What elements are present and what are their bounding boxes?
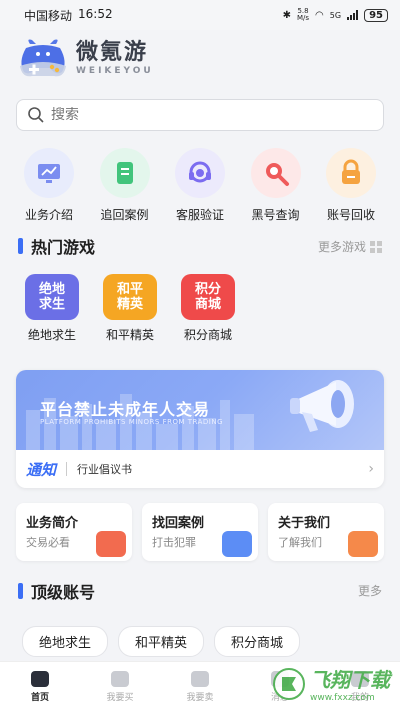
nav-item-1[interactable]: 首页 [5, 670, 75, 703]
card-decor-icon [222, 531, 252, 557]
more-games-link[interactable]: 更多游戏 [318, 238, 382, 255]
magnifier-icon [265, 163, 289, 186]
card-decor-icon [96, 531, 126, 557]
chart-screen-icon [38, 164, 60, 183]
cart-icon [111, 670, 129, 687]
quick-action-circle [175, 148, 225, 198]
quick-action-5[interactable]: 账号回收 [316, 148, 386, 223]
quick-action-1[interactable]: 业务介绍 [14, 148, 84, 223]
notice-bar[interactable]: 通知 行业倡议书 › [16, 450, 384, 488]
hot-game-item[interactable]: 积分 商城 积分商城 [178, 274, 238, 343]
top-accounts-header: 顶级账号 [18, 579, 95, 603]
account-tags: 绝地求生 和平精英 积分商城 [22, 626, 301, 657]
hot-games-header: 热门游戏 [18, 234, 95, 258]
clock: 16:52 [78, 6, 113, 21]
battery-indicator: 95 [364, 8, 388, 22]
document-icon [116, 162, 133, 184]
bluetooth-icon: ✱ [282, 9, 291, 21]
game-tile: 和平 精英 [103, 274, 157, 320]
gamepad-logo-icon [20, 39, 66, 77]
app-name: 微氪游 [76, 40, 149, 65]
quick-action-circle [24, 148, 74, 198]
quick-action-label: 账号回收 [326, 208, 375, 222]
card-title: 关于我们 [278, 516, 331, 531]
card-decor-icon [348, 531, 378, 557]
watermark-url: www.fxxz.com [310, 693, 375, 703]
info-card[interactable]: 业务简介 交易必看 [16, 503, 132, 561]
megaphone-icon [290, 380, 354, 432]
search-bar[interactable] [16, 99, 384, 131]
nav-label: 我要卖 [186, 692, 214, 703]
grid-icon [370, 240, 382, 253]
quick-action-label: 追回案例 [100, 208, 149, 222]
quick-action-3[interactable]: 客服验证 [165, 148, 235, 223]
account-tag[interactable]: 和平精英 [118, 626, 205, 657]
banner-title: 平台禁止未成年人交易 [40, 400, 211, 419]
network-type: 5G [329, 10, 342, 20]
game-tile: 绝地 求生 [25, 274, 79, 320]
info-card[interactable]: 找回案例 打击犯罪 [142, 503, 258, 561]
watermark-text: 飞翔下载 [310, 668, 390, 692]
quick-action-2[interactable]: 追回案例 [90, 148, 160, 223]
game-tile: 积分 商城 [181, 274, 235, 320]
wifi-icon: ◠ [315, 9, 324, 21]
info-card[interactable]: 关于我们 了解我们 [268, 503, 384, 561]
info-cards: 业务简介 交易必看 找回案例 打击犯罪 关于我们 了解我们 [16, 503, 384, 561]
carrier-label: 中国移动 [24, 8, 73, 23]
section-title: 热门游戏 [31, 238, 96, 257]
hot-games-list: 绝地 求生 绝地求生 和平 精英 和平精英 积分 商城 积分商城 [22, 274, 238, 343]
app-header: 微氪游 WEIKEYOU [18, 34, 154, 82]
quick-actions: 业务介绍 追回案例 客服验证 黑号查询 账号回收 [14, 148, 386, 223]
account-tag[interactable]: 绝地求生 [22, 626, 109, 657]
headset-icon [189, 161, 211, 183]
notice-text: 行业倡议书 [77, 463, 133, 476]
section-title: 顶级账号 [31, 583, 96, 602]
nav-label: 首页 [30, 692, 49, 703]
search-icon [28, 107, 44, 123]
home-icon [31, 670, 49, 687]
search-input[interactable] [51, 107, 351, 123]
quick-action-label: 业务介绍 [24, 208, 73, 222]
card-title: 找回案例 [152, 516, 205, 531]
game-label: 和平精英 [105, 328, 154, 342]
lock-icon [342, 159, 360, 184]
sell-icon [191, 670, 209, 687]
card-title: 业务简介 [26, 516, 79, 531]
nav-label: 我要买 [106, 692, 134, 703]
status-bar: 中国移动 16:52 ✱ 5.8 M/s ◠ 5G 95 [0, 0, 400, 30]
account-tag[interactable]: 积分商城 [214, 626, 301, 657]
hot-game-item[interactable]: 和平 精英 和平精英 [100, 274, 160, 343]
chevron-right-icon: › [368, 461, 374, 477]
game-label: 绝地求生 [27, 328, 76, 342]
nav-item-2[interactable]: 我要买 [85, 670, 155, 703]
app-name-en: WEIKEYOU [76, 66, 154, 76]
game-label: 积分商城 [183, 328, 232, 342]
quick-action-4[interactable]: 黑号查询 [241, 148, 311, 223]
more-accounts-link[interactable]: 更多 [358, 582, 382, 599]
signal-icon [347, 10, 359, 20]
quick-action-label: 客服验证 [175, 208, 224, 222]
banner-image: 平台禁止未成年人交易 PLATFORM PROHIBITS MINORS FRO… [16, 370, 384, 450]
notice-tag: 通知 [26, 460, 57, 479]
quick-action-circle [326, 148, 376, 198]
watermark: 飞翔下载 www.fxxz.com [272, 664, 390, 703]
quick-action-label: 黑号查询 [251, 208, 300, 222]
hot-game-item[interactable]: 绝地 求生 绝地求生 [22, 274, 82, 343]
promo-banner[interactable]: 平台禁止未成年人交易 PLATFORM PROHIBITS MINORS FRO… [16, 370, 384, 488]
quick-action-circle [99, 148, 150, 198]
network-speed: 5.8 M/s [297, 7, 310, 22]
watermark-logo-icon [273, 667, 305, 700]
banner-subtitle: PLATFORM PROHIBITS MINORS FROM TRADING [40, 418, 224, 426]
nav-item-3[interactable]: 我要卖 [165, 670, 235, 703]
quick-action-circle [250, 148, 301, 198]
